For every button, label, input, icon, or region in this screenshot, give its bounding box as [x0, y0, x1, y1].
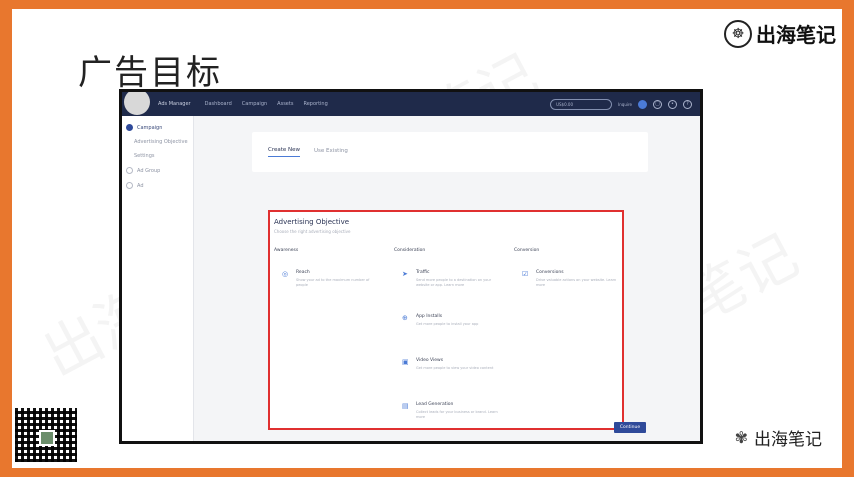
- option-app-installs[interactable]: ⊕ App Installs Get more people to instal…: [402, 312, 502, 344]
- sidebar: Campaign Advertising Objective Settings …: [122, 116, 194, 441]
- option-desc: Send more people to a destination on you…: [416, 278, 492, 287]
- option-name: Lead Generation: [416, 402, 454, 407]
- nav-campaign[interactable]: Campaign: [242, 101, 267, 107]
- column-consideration: Consideration: [394, 248, 426, 253]
- inquire-link[interactable]: Inquire: [618, 102, 632, 107]
- option-conversions[interactable]: ☑ Conversions Drive valuable actions on …: [522, 268, 622, 300]
- step-dot-icon: [126, 124, 133, 131]
- sidebar-item-label: Ad: [137, 182, 144, 189]
- app-brand: Ads Manager: [158, 101, 191, 107]
- option-desc: Show your ad to the maximum number of pe…: [296, 278, 370, 287]
- column-conversion: Conversion: [514, 248, 540, 253]
- tabs-card: Create New Use Existing: [252, 132, 648, 172]
- column-awareness: Awareness: [274, 248, 299, 253]
- topbar-right: US$0.00 Inquire ▢ • ?: [550, 98, 692, 110]
- main-content: Create New Use Existing: [252, 132, 648, 172]
- option-desc: Collect leads for your business or brand…: [416, 410, 498, 419]
- option-name: Traffic: [416, 270, 430, 275]
- bottom-brand: ✾ 出海笔记: [735, 425, 822, 450]
- option-traffic[interactable]: ➤ Traffic Send more people to a destinat…: [402, 268, 502, 300]
- option-name: Video Views: [416, 358, 444, 363]
- objective-title: Advertising Objective: [274, 218, 350, 226]
- option-lead-generation[interactable]: ▤ Lead Generation Collect leads for your…: [402, 400, 502, 432]
- option-name: Reach: [296, 270, 310, 275]
- app-install-icon: ⊕: [402, 314, 408, 322]
- bottom-brand-text: 出海笔记: [754, 430, 822, 450]
- sidebar-item-advertising-objective[interactable]: Advertising Objective: [122, 135, 193, 149]
- step-dot-icon: [126, 182, 133, 189]
- help-icon[interactable]: ?: [683, 99, 692, 109]
- option-video-views[interactable]: ▣ Video Views Get more people to view yo…: [402, 356, 502, 388]
- top-navbar: Ads Manager Dashboard Campaign Assets Re…: [122, 92, 700, 116]
- conversion-icon: ☑: [522, 270, 529, 278]
- continue-button[interactable]: Continue: [614, 422, 646, 433]
- slide: 出海笔记 出海笔记 出海笔记 广告目标 ☸ 出海笔记 Ads Manager D…: [12, 9, 842, 468]
- lead-icon: ▤: [402, 402, 409, 410]
- sidebar-item-label: Advertising Objective: [134, 139, 188, 145]
- step-dot-icon: [126, 167, 133, 174]
- avatar: [124, 92, 150, 115]
- bell-icon[interactable]: •: [668, 99, 677, 109]
- brand-logo: ☸ 出海笔记: [724, 19, 836, 48]
- account-icon[interactable]: [638, 99, 647, 109]
- objective-subtitle: Choose the right advertising objective: [274, 229, 351, 234]
- option-name: App Installs: [416, 314, 443, 319]
- option-desc: Drive valuable actions on your website. …: [536, 278, 617, 287]
- option-desc: Get more people to view your video conte…: [416, 366, 494, 370]
- video-icon: ▣: [402, 358, 409, 366]
- logo-text: 出海笔记: [756, 23, 836, 47]
- option-name: Conversions: [536, 270, 564, 275]
- sidebar-item-settings[interactable]: Settings: [122, 149, 193, 163]
- qr-code: [12, 405, 80, 465]
- tab-create-new[interactable]: Create New: [268, 147, 301, 157]
- sidebar-item-ad-group[interactable]: Ad Group: [122, 163, 193, 178]
- ads-manager-screenshot: Ads Manager Dashboard Campaign Assets Re…: [119, 89, 703, 444]
- advertising-objective-card: Advertising Objective Choose the right a…: [268, 210, 624, 430]
- sidebar-item-label: Campaign: [137, 124, 163, 131]
- nav-assets[interactable]: Assets: [277, 101, 293, 107]
- sidebar-item-campaign[interactable]: Campaign: [122, 120, 193, 135]
- gift-icon[interactable]: ▢: [653, 99, 662, 109]
- top-nav: Dashboard Campaign Assets Reporting: [205, 101, 328, 107]
- helm-icon: ☸: [724, 19, 752, 48]
- balance-box[interactable]: US$0.00: [550, 98, 613, 110]
- cursor-icon: ➤: [402, 270, 408, 278]
- wechat-icon: ✾: [734, 428, 748, 447]
- tab-use-existing[interactable]: Use Existing: [314, 148, 348, 157]
- reach-icon: ◎: [282, 270, 289, 278]
- qr-center-image: [39, 430, 55, 446]
- sidebar-item-label: Settings: [134, 153, 155, 159]
- sidebar-item-label: Ad Group: [137, 167, 161, 174]
- nav-reporting[interactable]: Reporting: [303, 101, 327, 107]
- slide-title: 广告目标: [78, 53, 222, 93]
- option-desc: Get more people to install your app: [416, 322, 479, 326]
- sidebar-item-ad[interactable]: Ad: [122, 178, 193, 193]
- option-reach[interactable]: ◎ Reach Show your ad to the maximum numb…: [282, 268, 382, 300]
- nav-dashboard[interactable]: Dashboard: [205, 101, 232, 107]
